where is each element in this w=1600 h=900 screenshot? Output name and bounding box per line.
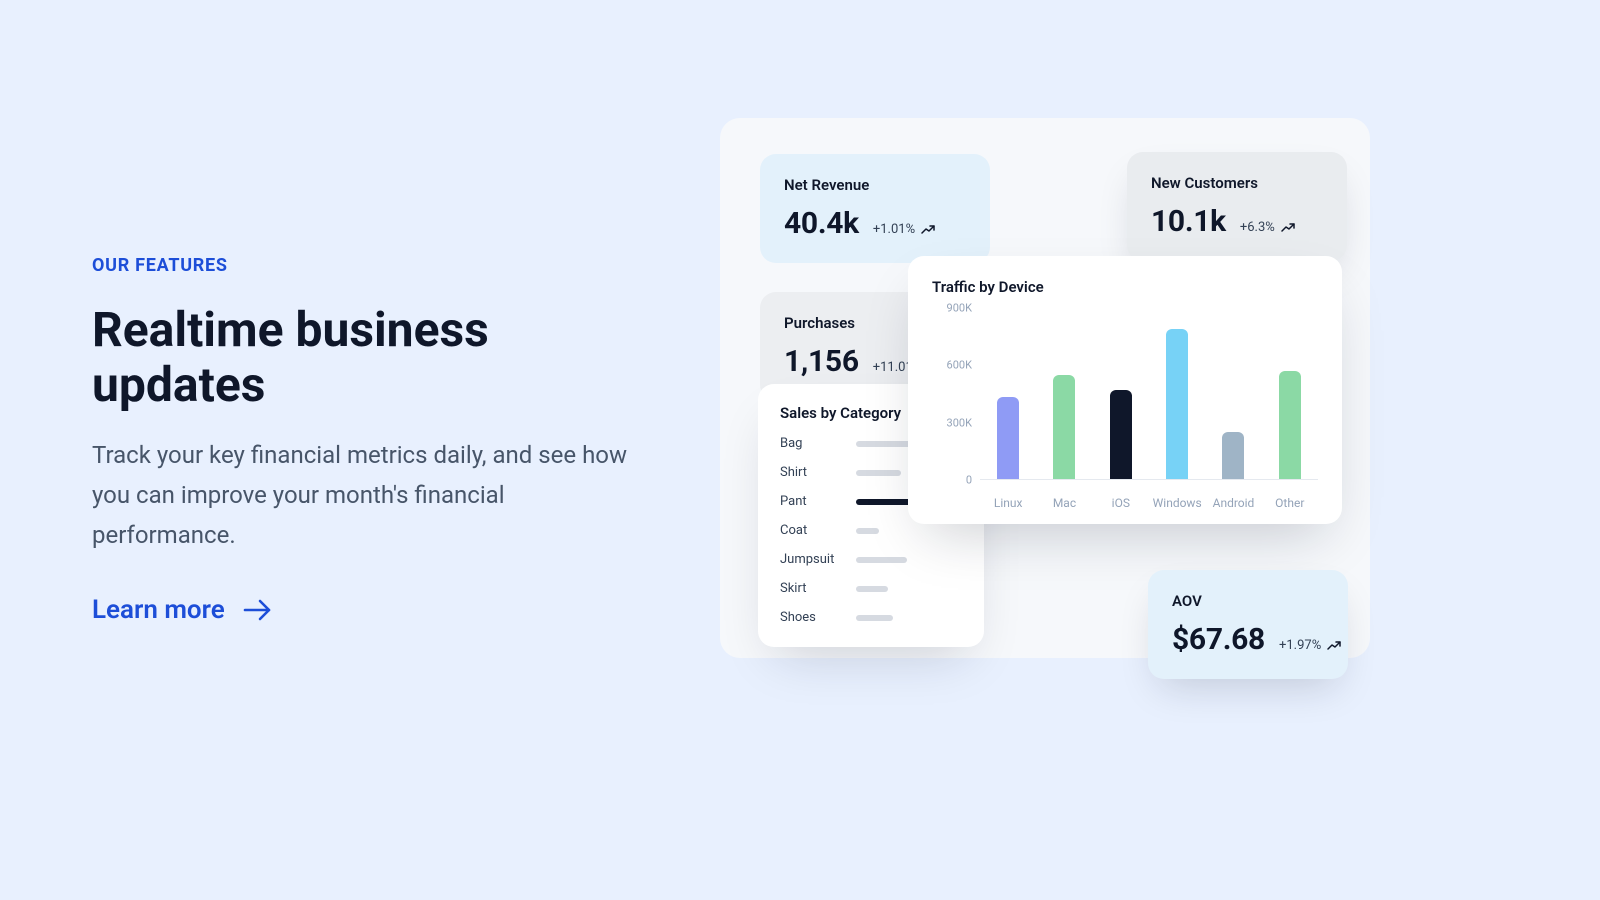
dashboard-preview: Net Revenue 40.4k +1.01% New Customers 1… xyxy=(720,118,1370,658)
traffic-bar xyxy=(1166,329,1188,479)
y-tick-label: 0 xyxy=(932,474,972,487)
section-heading: Realtime business updates xyxy=(92,302,672,412)
learn-more-label: Learn more xyxy=(92,595,225,625)
net-revenue-card: Net Revenue 40.4k +1.01% xyxy=(760,154,990,263)
section-subheading: Track your key financial metrics daily, … xyxy=(92,436,632,555)
card-label: Traffic by Device xyxy=(932,278,1318,296)
new-customers-card: New Customers 10.1k +6.3% xyxy=(1127,152,1347,261)
card-delta: +1.97% xyxy=(1279,638,1341,653)
aov-card: AOV $67.68 +1.97% xyxy=(1148,570,1348,679)
traffic-chart: 0300K600K900K xyxy=(932,308,1318,480)
y-tick-label: 300K xyxy=(932,416,972,429)
arrow-right-icon xyxy=(243,598,273,622)
sales-category-name: Bag xyxy=(780,436,842,451)
sales-category-row: Skirt xyxy=(780,581,962,596)
traffic-bar xyxy=(1110,390,1132,479)
card-delta: +1.01% xyxy=(873,222,935,237)
y-tick-label: 900K xyxy=(932,302,972,315)
x-tick-label: Windows xyxy=(1152,496,1202,510)
feature-copy: OUR FEATURES Realtime business updates T… xyxy=(92,255,672,625)
card-value: 10.1k xyxy=(1151,204,1226,239)
traffic-bar xyxy=(1053,375,1075,480)
eyebrow-label: OUR FEATURES xyxy=(92,255,672,276)
traffic-bar xyxy=(1222,432,1244,480)
card-value: 1,156 xyxy=(784,344,859,379)
sales-category-name: Shoes xyxy=(780,610,842,625)
card-value: 40.4k xyxy=(784,206,859,241)
x-tick-label: Mac xyxy=(1039,496,1089,510)
card-label: Net Revenue xyxy=(784,176,966,194)
sales-category-name: Coat xyxy=(780,523,842,538)
traffic-by-device-card: Traffic by Device 0 300K 600K 900K Linux Mac… xyxy=(908,256,1342,524)
x-tick-label: iOS xyxy=(1096,496,1146,510)
sales-category-row: Shoes xyxy=(780,610,962,625)
card-label: AOV xyxy=(1172,592,1324,610)
sales-category-bar xyxy=(856,557,962,563)
trend-up-icon xyxy=(1327,641,1341,651)
x-tick-label: Linux xyxy=(983,496,1033,510)
trend-up-icon xyxy=(1281,223,1295,233)
sales-category-bar xyxy=(856,615,962,621)
card-delta: +6.3% xyxy=(1240,220,1295,235)
card-value: $67.68 xyxy=(1172,622,1265,657)
sales-category-name: Skirt xyxy=(780,581,842,596)
sales-category-name: Pant xyxy=(780,494,842,509)
sales-category-name: Jumpsuit xyxy=(780,552,842,567)
learn-more-link[interactable]: Learn more xyxy=(92,595,273,625)
sales-category-row: Coat xyxy=(780,523,962,538)
x-tick-label: Other xyxy=(1265,496,1315,510)
sales-category-bar xyxy=(856,586,962,592)
traffic-bar xyxy=(1279,371,1301,479)
card-label: New Customers xyxy=(1151,174,1323,192)
sales-category-row: Jumpsuit xyxy=(780,552,962,567)
sales-category-bar xyxy=(856,528,962,534)
sales-category-name: Shirt xyxy=(780,465,842,480)
y-tick-label: 600K xyxy=(932,359,972,372)
x-tick-label: Android xyxy=(1208,496,1258,510)
trend-up-icon xyxy=(921,225,935,235)
traffic-bar xyxy=(997,397,1019,479)
